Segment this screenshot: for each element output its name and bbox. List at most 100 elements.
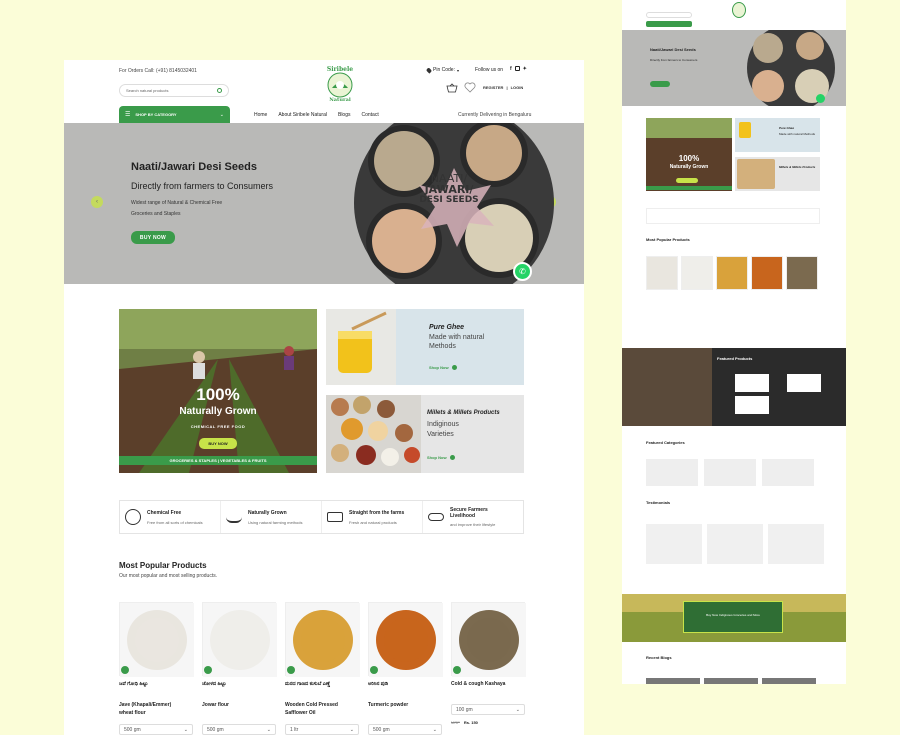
chevron-down-icon: ⌄: [515, 707, 520, 713]
arrow-right-icon: [451, 365, 457, 370]
preview-logo: [732, 2, 746, 18]
popular-subtitle: Our most popular and most selling produc…: [119, 573, 218, 579]
delivery-location: Currently Delivering in Bengaluru: [458, 112, 532, 118]
product-card[interactable]: ಜೋಳದ ಹಿಟ್ಟು Jowar flour: [202, 602, 277, 735]
hero-stamp: NAATI/ JAWARI/ DESI SEEDS: [419, 172, 479, 205]
hero-slider[interactable]: Naati/Jawari Desi Seeds Directly from fa…: [64, 123, 584, 284]
nav-home[interactable]: Home: [254, 112, 267, 118]
truck-icon: [327, 512, 343, 522]
preview-blogs: [646, 678, 816, 684]
whatsapp-icon[interactable]: ✆: [513, 262, 532, 281]
organic-badge-icon: [370, 666, 378, 674]
product-local-name: ಜವೆ ಗೋಧಿ ಹಿಟ್ಟು: [119, 681, 148, 687]
quantity-select[interactable]: 100 gm ⌄: [451, 704, 525, 715]
ghee-jar-image: [326, 309, 396, 385]
nav-about[interactable]: About Siribele Natural: [278, 112, 327, 118]
wishlist-heart-icon[interactable]: [464, 82, 476, 93]
organic-badge-icon: [287, 666, 295, 674]
product-image[interactable]: [451, 602, 526, 677]
search-icon[interactable]: [217, 88, 222, 93]
millets-bowls-image: [326, 395, 421, 473]
facebook-icon[interactable]: f: [510, 66, 512, 72]
feature-naturally-grown: Naturally Grown Using natural farming met…: [221, 501, 322, 533]
location-pin-icon: [425, 66, 433, 74]
organic-badge-icon: [453, 666, 461, 674]
chevron-down-icon: ⌄: [432, 727, 437, 733]
product-card[interactable]: ಜವೆ ಗೋಧಿ ಹಿಟ್ಟು Jave (Khapali/Emmer) whe…: [119, 602, 194, 735]
product-card[interactable]: ಮರದ ಗಾಣದ ಕುಸುಬೆ ಎಣ್ಣೆ Wooden Cold Presse…: [285, 602, 360, 735]
product-local-name: ಮರದ ಗಾಣದ ಕುಸುಬೆ ಎಣ್ಣೆ: [285, 681, 331, 687]
product-local-name: ಅರಿಸಿನ ಪುಡಿ: [368, 681, 388, 687]
handshake-icon: [428, 513, 444, 521]
preview-millets: Millets & Millets Products: [735, 157, 820, 191]
plant-hand-icon: [226, 511, 242, 523]
preview-ghee: Pure Ghee Made with natural Methods: [735, 118, 820, 152]
pure-ghee-banner[interactable]: Pure Ghee Made with natural Methods Shop…: [326, 309, 524, 385]
millets-shop-now-link[interactable]: Shop Now: [427, 455, 455, 460]
product-local-name: Cold & cough Kashaya: [451, 681, 506, 687]
preview-search: [646, 12, 692, 18]
pincode-selector[interactable]: Pin Code: ▾: [425, 66, 459, 74]
site-logo[interactable]: Siribele Natural: [322, 64, 358, 104]
product-card[interactable]: ಅರಿಸಿನ ಪುಡಿ Turmeric powder: [368, 602, 443, 735]
arrow-right-icon: [449, 455, 455, 460]
orders-phone: For Orders Call: (+91) 8145032401: [119, 68, 197, 74]
preview-header: [622, 0, 846, 28]
millets-banner[interactable]: Millets & Millets Products Indiginous Va…: [326, 395, 524, 473]
chevron-down-icon: ▾: [456, 67, 459, 73]
hero-buy-now-button[interactable]: BUY NOW: [131, 231, 175, 244]
chevron-down-icon: ⌄: [266, 727, 271, 733]
feature-farm-fresh: Straight from the farms Fresh and natural…: [322, 501, 423, 533]
leaf-circle-icon: [125, 509, 141, 525]
organic-badge-icon: [121, 666, 129, 674]
product-image[interactable]: [285, 602, 360, 677]
menu-icon: ☰: [125, 112, 131, 118]
slider-prev-arrow[interactable]: ‹: [91, 196, 103, 208]
preview-category-button: [646, 21, 692, 27]
mobile-preview: Naati/Jawari Desi Seeds Directly from fa…: [622, 0, 846, 684]
nav-blogs[interactable]: Blogs: [338, 112, 351, 118]
login-link[interactable]: LOGIN: [511, 85, 524, 90]
quantity-select[interactable]: 500 gm ⌄: [202, 724, 276, 735]
organic-badge-icon: [204, 666, 212, 674]
preview-hero: Naati/Jawari Desi Seeds Directly from fa…: [622, 30, 846, 106]
quantity-select[interactable]: 1 ltr ⌄: [285, 724, 359, 735]
nav-contact[interactable]: Contact: [362, 112, 379, 118]
product-name[interactable]: Wooden Cold Pressed: [285, 702, 338, 708]
preview-features: [646, 208, 820, 224]
quantity-select[interactable]: 500 gm ⌄: [119, 724, 193, 735]
product-image[interactable]: [119, 602, 194, 677]
instagram-icon[interactable]: [514, 66, 520, 71]
naturally-grown-buy-now[interactable]: BUY NOW: [199, 438, 237, 449]
hero-title: Naati/Jawari Desi Seeds: [131, 161, 257, 173]
product-image[interactable]: [202, 602, 277, 677]
ghee-shop-now-link[interactable]: Shop Now: [429, 365, 457, 370]
preview-naturally-grown: 100% Naturally Grown: [646, 118, 732, 191]
features-strip: Chemical Free Free from all sorts of chem…: [119, 500, 524, 534]
main-nav: Home About Siribele Natural Blogs Contac…: [254, 112, 379, 118]
shop-by-category-button[interactable]: ☰ SHOP BY CATEGORY ⌄: [119, 106, 230, 123]
product-card[interactable]: Cold & cough Kashaya: [451, 602, 526, 735]
preview-banner: Buy Now Indiginous Groceries and More: [622, 594, 846, 642]
product-name[interactable]: Jowar flour: [202, 702, 229, 708]
preview-testimonials: [646, 524, 824, 564]
product-local-name: ಜೋಳದ ಹಿಟ್ಟು: [202, 681, 227, 687]
naturally-grown-banner[interactable]: 100% Naturally Grown CHEMICAL FREE FOOD …: [119, 309, 317, 473]
preview-featured-products: Featured Products: [622, 348, 846, 426]
product-name[interactable]: Jave (Khapali/Emmer): [119, 702, 171, 708]
product-image[interactable]: [368, 602, 443, 677]
follow-label: Follow us on: [475, 67, 504, 73]
chevron-down-icon: ⌄: [219, 111, 224, 118]
chevron-down-icon: ⌄: [183, 727, 188, 733]
main-page: For Orders Call: (+91) 8145032401 Pin Co…: [64, 60, 584, 735]
register-link[interactable]: REGISTER: [483, 85, 503, 90]
search-input[interactable]: Search natural products: [119, 84, 229, 97]
feature-chemical-free: Chemical Free Free from all sorts of chem…: [120, 501, 221, 533]
product-price: MRP Rs. 150: [451, 720, 478, 725]
product-name[interactable]: Turmeric powder: [368, 702, 408, 708]
quantity-select[interactable]: 500 gm ⌄: [368, 724, 442, 735]
cart-icon[interactable]: [446, 83, 458, 93]
popular-title: Most Popular Products: [119, 561, 207, 570]
twitter-icon[interactable]: ✦: [523, 66, 527, 72]
hero-subtitle: Directly from farmers to Consumers: [131, 181, 274, 191]
